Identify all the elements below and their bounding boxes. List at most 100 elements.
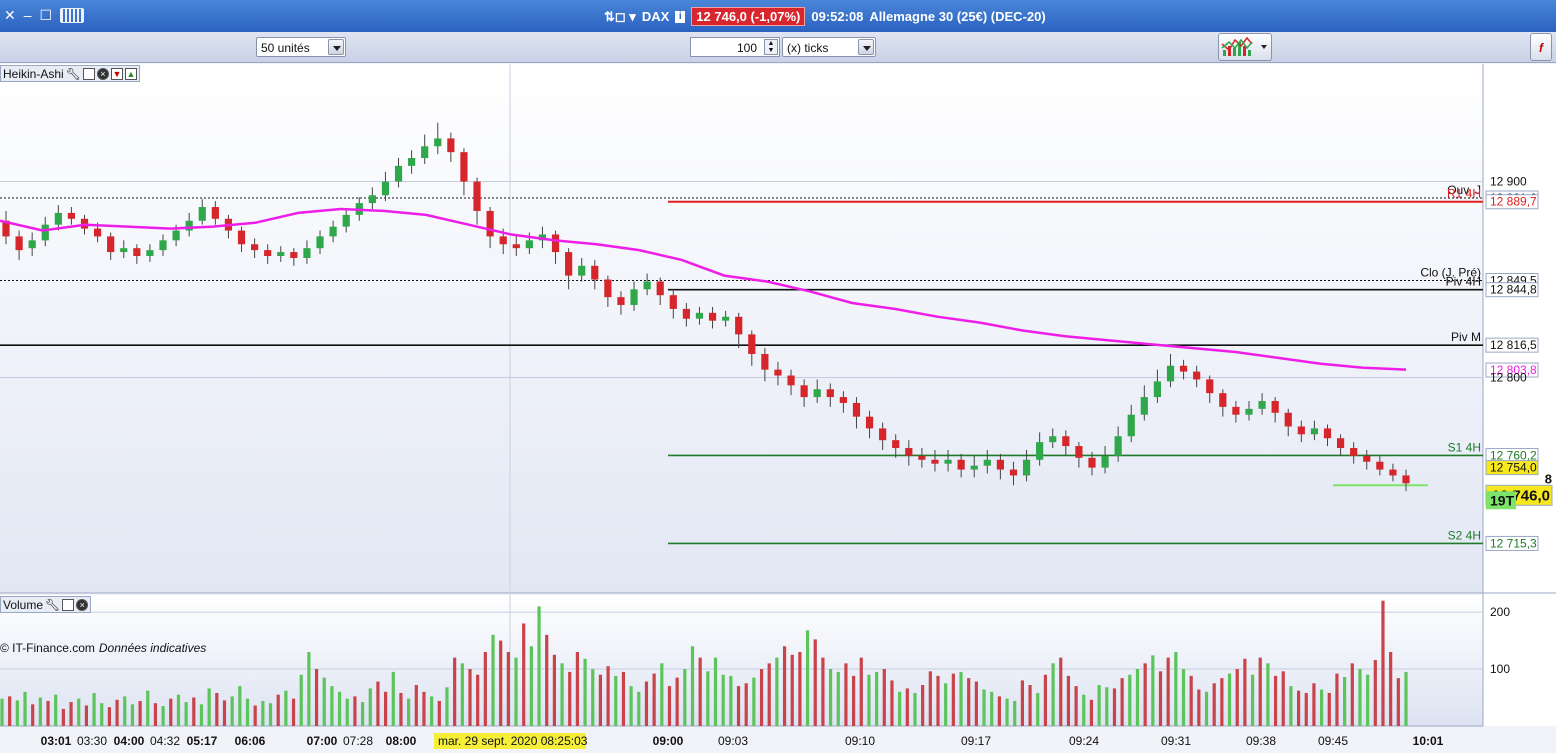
ticks-count-input[interactable]: 100 ▲ ▼ bbox=[690, 37, 780, 57]
volume-bar bbox=[1059, 657, 1063, 726]
volume-tick-label: 100 bbox=[1490, 662, 1510, 676]
instrument-name[interactable]: DAX bbox=[642, 9, 669, 24]
volume-bar bbox=[1296, 690, 1301, 726]
price-tick-label: 12 800 bbox=[1490, 370, 1527, 384]
date-badge-label: mar. 29 sept. 2020 08:25:03 bbox=[438, 734, 588, 748]
minimize-icon[interactable]: – bbox=[24, 7, 32, 23]
candle-body bbox=[1193, 371, 1201, 380]
units-select[interactable]: 50 unités bbox=[256, 37, 346, 57]
volume-bar bbox=[476, 674, 480, 726]
spinner-icon[interactable]: ▲ ▼ bbox=[764, 39, 778, 55]
candle-body bbox=[682, 308, 690, 319]
candle-body bbox=[107, 236, 115, 253]
candle-body bbox=[1376, 461, 1384, 470]
volume-bar bbox=[1013, 700, 1017, 726]
time-tick-label: 09:24 bbox=[1069, 734, 1099, 748]
candle-body bbox=[695, 312, 704, 319]
info-icon[interactable]: i bbox=[675, 10, 686, 23]
time-tick-label: 05:17 bbox=[187, 734, 218, 748]
move-down-icon[interactable]: ▼ bbox=[110, 67, 123, 80]
volume-bar bbox=[1350, 663, 1354, 726]
keyboard-icon[interactable] bbox=[60, 7, 85, 23]
candle-body bbox=[748, 334, 756, 354]
window-icon[interactable] bbox=[82, 67, 95, 80]
volume-bar bbox=[1097, 684, 1101, 726]
candle-body bbox=[329, 226, 337, 237]
time-tick-label: 03:30 bbox=[77, 734, 107, 748]
ticks-select[interactable]: (x) ticks bbox=[782, 37, 876, 57]
move-up-icon[interactable]: ▲ bbox=[124, 67, 137, 80]
candle-body bbox=[277, 252, 285, 257]
volume-bar bbox=[384, 691, 388, 726]
wrench-icon[interactable]: 🔧︎ bbox=[45, 598, 60, 612]
time-tick-label: 08:00 bbox=[386, 734, 417, 748]
candle-body bbox=[421, 146, 429, 159]
volume-bar bbox=[1020, 680, 1024, 726]
volume-bar bbox=[974, 681, 978, 726]
volume-bar bbox=[445, 687, 449, 726]
time-tick-label: 06:06 bbox=[235, 734, 266, 748]
volume-bar bbox=[46, 700, 50, 726]
volume-bar bbox=[1189, 675, 1193, 726]
candle-body bbox=[133, 248, 141, 257]
candle-body bbox=[839, 397, 847, 403]
candle-body bbox=[1009, 469, 1018, 476]
volume-bar bbox=[905, 688, 909, 726]
candle-body bbox=[800, 385, 808, 398]
volume-bar bbox=[1074, 686, 1078, 726]
volume-bar bbox=[821, 657, 825, 726]
candle-body bbox=[1402, 475, 1410, 484]
candle-body bbox=[944, 459, 952, 464]
price-panel-header: Heikin-Ashi 🔧︎ × ▼ ▲ bbox=[0, 65, 140, 82]
units-select-value: 50 unités bbox=[261, 41, 310, 55]
maximize-icon[interactable]: ☐ bbox=[40, 7, 53, 23]
chart-svg[interactable]: Ouv. J12 891,6R1 4H12 889,7Clo (J. Pré)1… bbox=[0, 62, 1556, 750]
candle-body bbox=[708, 312, 717, 321]
volume-bar bbox=[499, 640, 503, 726]
indicator-button[interactable]: f bbox=[1530, 33, 1552, 61]
volume-bar bbox=[69, 702, 73, 726]
candle-body bbox=[551, 234, 560, 253]
volume-bar bbox=[437, 700, 441, 726]
candle-body bbox=[761, 353, 769, 370]
candle-body bbox=[826, 389, 834, 398]
candle-body bbox=[434, 138, 442, 147]
volume-bar bbox=[1112, 688, 1117, 726]
candle-body bbox=[905, 448, 913, 456]
volume-bar bbox=[1281, 671, 1285, 726]
close-panel-icon[interactable]: × bbox=[96, 67, 109, 80]
candle-body bbox=[67, 212, 76, 219]
wrench-icon[interactable]: 🔧︎ bbox=[66, 67, 81, 81]
level-name: Piv 4H bbox=[1446, 275, 1481, 289]
candle-body bbox=[264, 250, 272, 257]
volume-bar bbox=[598, 674, 603, 726]
instrument-switch-icon[interactable]: ⇅◻ ▾ bbox=[604, 9, 636, 25]
close-panel-icon[interactable]: × bbox=[76, 598, 89, 611]
candle-body bbox=[1323, 428, 1332, 439]
close-icon[interactable]: ✕ bbox=[4, 7, 16, 23]
volume-bar bbox=[1227, 673, 1232, 726]
candle-body bbox=[499, 236, 507, 245]
copyright-text: © IT-Finance.com bbox=[0, 641, 95, 655]
window-icon[interactable] bbox=[62, 598, 75, 611]
volume-bar bbox=[1204, 691, 1209, 726]
chart-type-button[interactable] bbox=[1218, 33, 1272, 61]
chevron-down-icon[interactable] bbox=[328, 39, 344, 55]
clock-time: 09:52:08 bbox=[811, 9, 864, 24]
volume-bar bbox=[1212, 683, 1216, 726]
volume-bar bbox=[667, 686, 672, 726]
candle-body bbox=[460, 152, 468, 182]
chevron-down-icon[interactable] bbox=[858, 39, 874, 55]
volume-bar bbox=[491, 634, 495, 726]
volume-bar bbox=[951, 673, 955, 726]
time-tick-label: 09:17 bbox=[961, 734, 991, 748]
volume-bar bbox=[813, 639, 817, 726]
volume-bar bbox=[1105, 687, 1109, 726]
candle-body bbox=[722, 316, 730, 321]
instrument-description: Allemagne 30 (25€) (DEC-20) bbox=[869, 9, 1046, 24]
volume-bar bbox=[146, 690, 150, 726]
candle-body bbox=[735, 316, 743, 335]
candle-body bbox=[120, 248, 128, 253]
candle-body bbox=[604, 279, 612, 298]
volume-bar bbox=[591, 669, 595, 726]
